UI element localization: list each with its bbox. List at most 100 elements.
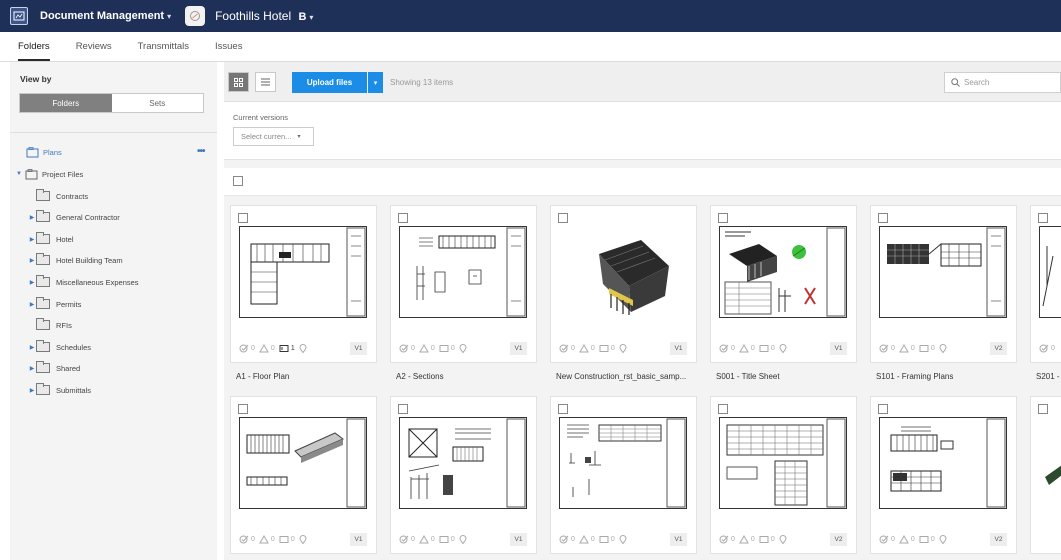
tab-transmittals[interactable]: Transmittals [138,41,189,61]
file-card[interactable]: 0 0 0 V1 [710,205,857,363]
expand-arrow-icon[interactable]: ▶ [28,301,36,308]
project-switcher[interactable]: Foothills Hotel B ▾ [215,9,313,23]
warning-icon [899,344,909,353]
file-card[interactable]: 0 0 1 V1 [230,205,377,363]
version-badge[interactable]: V1 [510,342,527,355]
file-card[interactable]: 0 0 0 V2 [710,396,857,554]
expand-arrow-icon[interactable]: ▶ [28,365,36,372]
sidebar-item-project-files[interactable]: ▼ Project Files [15,167,83,181]
file-stats: 0 0 0 [719,535,787,544]
file-name[interactable]: S001 - Title Sheet [716,372,856,381]
file-checkbox[interactable] [238,213,248,223]
sidebar-item-miscellaneous-expenses[interactable]: ▶ Miscellaneous Expenses [28,275,139,289]
review-count: 0 [891,536,895,543]
sidebar-item-permits[interactable]: ▶ Permits [28,297,81,311]
file-name[interactable]: New Construction_rst_basic_samp... [556,372,696,381]
expand-arrow-icon[interactable]: ▶ [28,236,36,243]
version-badge[interactable]: V1 [350,342,367,355]
issue-count: 0 [270,536,275,543]
file-name[interactable]: A1 - Floor Plan [236,372,376,381]
list-view-button[interactable] [255,72,276,92]
sidebar-item-hotel-building-team[interactable]: ▶ Hotel Building Team [28,253,123,267]
select-all-checkbox[interactable] [233,176,243,186]
issue-count: 0 [910,536,915,543]
file-card[interactable]: 0 0 0 V1 [550,396,697,554]
expand-arrow-icon[interactable]: ▼ [15,171,23,177]
app-logo-icon[interactable] [10,7,28,25]
file-card[interactable]: 0 0 0 V1 [230,396,377,554]
sidebar-item-label: RFIs [56,320,72,330]
view-by-label: View by [20,74,52,84]
sidebar-item-hotel[interactable]: ▶ Hotel [28,232,74,246]
version-badge[interactable]: V1 [510,533,527,546]
upload-options-dropdown[interactable]: ▾ [368,72,383,93]
project-avatar[interactable] [185,6,206,26]
chevron-down-icon: ▾ [309,13,314,22]
expand-arrow-icon[interactable]: ▶ [28,387,36,394]
file-card[interactable]: 0 [1030,205,1061,363]
file-stats: 0 0 0 [399,344,467,353]
file-checkbox[interactable] [398,404,408,414]
file-checkbox[interactable] [1038,213,1048,223]
tab-folders[interactable]: Folders [18,41,50,61]
file-checkbox[interactable] [878,213,888,223]
file-name[interactable]: S201 - [1036,372,1061,381]
folder-icon [36,253,50,265]
expand-arrow-icon[interactable]: ▶ [28,214,36,221]
file-card[interactable] [1030,396,1061,554]
file-name[interactable]: S101 - Framing Plans [876,372,1016,381]
chevron-down-icon: ▾ [297,134,301,140]
sidebar-item-shared[interactable]: ▶ Shared [28,361,80,375]
sidebar-item-general-contractor[interactable]: ▶ General Contractor [28,210,120,224]
file-checkbox[interactable] [718,404,728,414]
sidebar-item-submittals[interactable]: ▶ Submittals [28,383,91,397]
folder-icon [36,189,50,201]
current-versions-select[interactable]: Select curren... ▾ [233,127,314,146]
tab-issues[interactable]: Issues [215,41,242,61]
file-checkbox[interactable] [1038,404,1048,414]
view-by-sets-button[interactable]: Sets [111,94,203,112]
file-card[interactable]: 0 0 0 V1 [390,205,537,363]
file-card[interactable]: 0 0 0 V2 [870,205,1017,363]
search-input[interactable]: Search [944,72,1061,93]
location-pin-icon [939,344,947,353]
issue-count: 0 [590,345,595,352]
file-checkbox[interactable] [718,213,728,223]
version-badge[interactable]: V2 [990,533,1007,546]
version-badge[interactable]: V2 [830,533,847,546]
file-checkbox[interactable] [558,213,568,223]
version-badge[interactable]: V1 [670,533,687,546]
file-checkbox[interactable] [878,404,888,414]
review-count: 0 [891,345,895,352]
sidebar-item-contracts[interactable]: Contracts [28,189,88,203]
tab-reviews[interactable]: Reviews [76,41,112,61]
file-checkbox[interactable] [558,404,568,414]
sidebar-item-schedules[interactable]: ▶ Schedules [28,340,91,354]
expand-arrow-icon[interactable]: ▶ [28,344,36,351]
upload-files-button[interactable]: Upload files [292,72,367,93]
version-badge[interactable]: V1 [670,342,687,355]
sidebar-item-plans[interactable]: Plans [26,145,62,159]
app-switcher[interactable]: Document Management ▾ [40,10,171,22]
sidebar-item-label: Shared [56,363,81,373]
expand-arrow-icon[interactable]: ▶ [28,257,36,264]
markup-icon [599,345,609,352]
more-options-icon[interactable]: ••• [197,146,205,157]
expand-arrow-icon[interactable]: ▶ [28,279,36,286]
markup-icon [599,536,609,543]
grid-view-button[interactable] [228,72,249,92]
file-card[interactable]: 0 0 0 V1 [390,396,537,554]
version-badge[interactable]: V1 [350,533,367,546]
sidebar-item-rfis[interactable]: RFIs [28,318,72,332]
version-badge[interactable]: V1 [830,342,847,355]
folder-icon [36,275,50,287]
file-card[interactable]: 0 0 0 V1 [550,205,697,363]
file-checkbox[interactable] [398,213,408,223]
file-card[interactable]: 0 0 0 V2 [870,396,1017,554]
version-badge[interactable]: V2 [990,342,1007,355]
folder-icon [36,383,50,395]
file-name[interactable]: A2 - Sections [396,372,536,381]
view-by-folders-button[interactable]: Folders [20,94,112,112]
markup-count: 0 [770,345,775,352]
file-checkbox[interactable] [238,404,248,414]
